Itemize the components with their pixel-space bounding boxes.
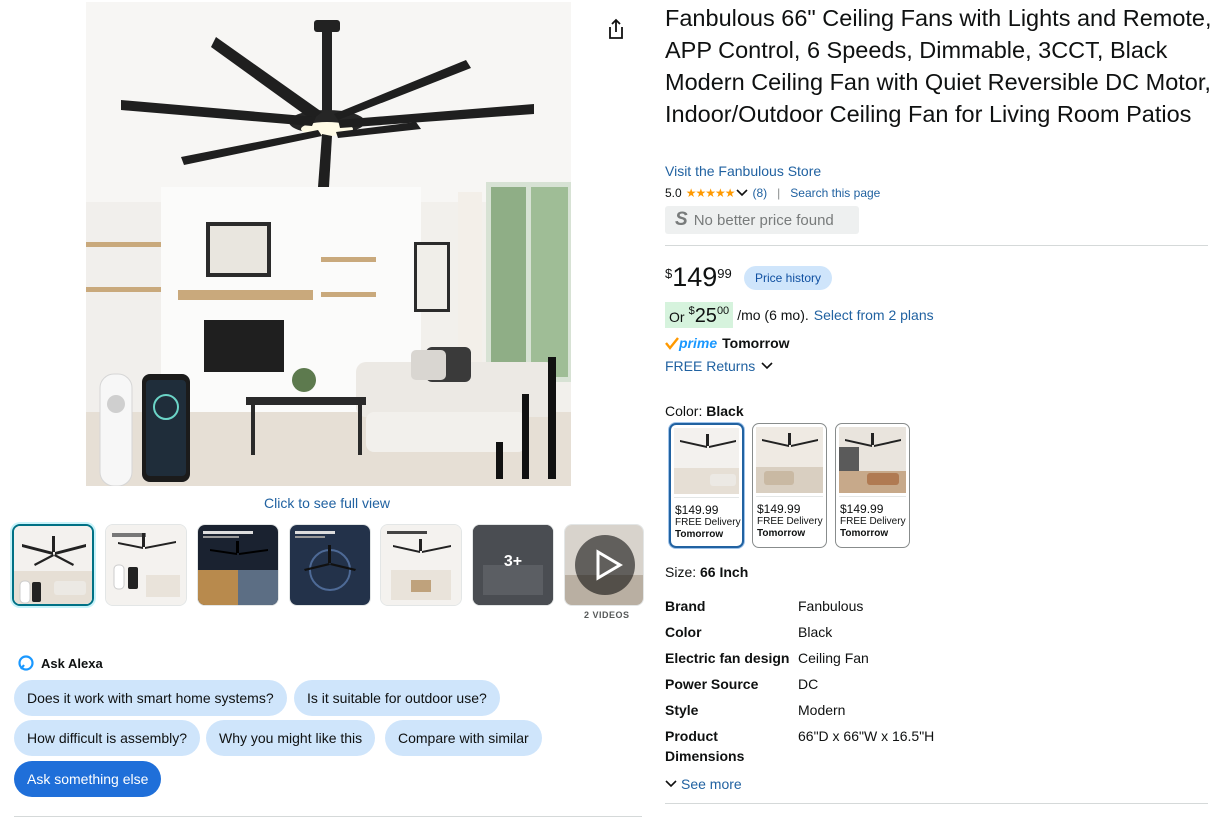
alexa-icon (18, 655, 34, 671)
alexa-chip-assembly[interactable]: How difficult is assembly? (14, 720, 201, 756)
star-rating-icon[interactable]: ★★★★★ (686, 186, 736, 200)
prime-logo: prime (679, 335, 718, 351)
spec-value: Modern (798, 702, 846, 718)
swatch-delivery-date: Tomorrow (840, 528, 889, 539)
price-whole: 149 (672, 262, 718, 292)
installment-highlight: Or $ 25 00 (665, 302, 734, 328)
rating-value: 5.0 (665, 186, 682, 200)
chevron-down-icon (665, 780, 677, 788)
free-returns-label: FREE Returns (665, 358, 756, 374)
size-label: Size: 66 Inch (665, 564, 748, 580)
spec-value: Fanbulous (798, 598, 864, 614)
swatch-image (756, 427, 823, 497)
chevron-down-icon[interactable] (736, 189, 749, 197)
price-tracker-badge: S No better price found (665, 206, 859, 234)
swatch-delivery: FREE Delivery (757, 516, 823, 527)
spec-value: 66"D x 66"W x 16.5"H (798, 728, 935, 744)
product-title: Fanbulous 66" Ceiling Fans with Lights a… (665, 5, 1212, 127)
alexa-chip-outdoor[interactable]: Is it suitable for outdoor use? (294, 680, 500, 716)
installment-fraction: 00 (716, 305, 730, 317)
spec-key: Product Dimensions (665, 728, 745, 764)
swatch-image (674, 428, 739, 498)
thumbnail-more[interactable]: 3+ (472, 524, 554, 606)
chevron-down-icon (761, 362, 773, 370)
color-swatch-3[interactable]: $149.99 FREE Delivery Tomorrow (835, 423, 910, 548)
price-symbol: $ (665, 266, 673, 281)
search-this-page-link[interactable]: Search this page (790, 186, 880, 200)
spec-value: DC (798, 676, 819, 692)
see-more-link[interactable]: See more (665, 776, 742, 792)
ask-alexa-title: Ask Alexa (41, 655, 103, 671)
full-view-link[interactable]: Click to see full view (264, 495, 390, 511)
swatch-delivery: FREE Delivery (675, 517, 741, 528)
color-swatch-2[interactable]: $149.99 FREE Delivery Tomorrow (752, 423, 827, 548)
share-button[interactable] (602, 14, 630, 44)
color-swatch-1[interactable]: $149.99 FREE Delivery Tomorrow (669, 423, 744, 548)
separator: | (777, 186, 781, 200)
spec-key: Power Source (665, 676, 759, 692)
divider (665, 803, 1208, 804)
spec-key: Electric fan design (665, 650, 790, 666)
alexa-chip-why-like[interactable]: Why you might like this (206, 720, 376, 756)
swatch-delivery: FREE Delivery (840, 516, 906, 527)
price-history-button[interactable]: Price history (744, 266, 833, 290)
installment-term: /mo (6 mo). (737, 307, 809, 323)
size-label-text: Size: (665, 564, 697, 580)
swatch-price: $149.99 (840, 502, 884, 516)
alexa-ask-something-else-button[interactable]: Ask something else (14, 761, 162, 797)
more-images-count: 3+ (503, 553, 523, 570)
see-more-label: See more (681, 776, 742, 792)
price: $ 149 99 (665, 262, 732, 292)
spec-key: Style (665, 702, 699, 718)
free-returns-link[interactable]: FREE Returns (665, 358, 773, 374)
thumbnail-3[interactable] (197, 524, 279, 606)
thumbnail-video[interactable] (564, 524, 644, 606)
color-selector-label: Color: Black (665, 403, 744, 419)
share-icon (609, 18, 623, 39)
divider (665, 245, 1208, 246)
thumbnail-5[interactable] (380, 524, 462, 606)
price-badge-text: No better price found (693, 211, 834, 229)
swatch-delivery-date: Tomorrow (675, 529, 724, 540)
prime-delivery-row: prime Tomorrow (665, 335, 790, 351)
installment-amount: 25 (694, 305, 717, 327)
alexa-chip-compare[interactable]: Compare with similar (385, 720, 542, 756)
swatch-delivery-date: Tomorrow (757, 528, 806, 539)
swatch-price: $149.99 (757, 502, 801, 516)
spec-key: Brand (665, 598, 706, 614)
rating-row: 5.0 ★★★★★ (8) | Search this page (665, 186, 880, 200)
divider (14, 816, 642, 817)
ask-alexa-header: Ask Alexa (18, 655, 103, 671)
installment-or: Or (669, 309, 685, 325)
color-label-text: Color: (665, 403, 703, 419)
spec-value: Black (798, 624, 833, 640)
thumbnail-2[interactable] (105, 524, 187, 606)
selected-color: Black (706, 403, 744, 419)
prime-check-icon (665, 337, 679, 350)
spec-value: Ceiling Fan (798, 650, 869, 666)
delivery-date: Tomorrow (722, 335, 790, 351)
swatch-image (839, 427, 906, 497)
tracker-logo-icon: S (675, 209, 688, 230)
selected-size: 66 Inch (700, 564, 749, 580)
alexa-chip-smart-home[interactable]: Does it work with smart home systems? (14, 680, 287, 716)
thumbnail-4[interactable] (289, 524, 371, 606)
play-icon (575, 535, 635, 595)
installment-offer: Or $ 25 00 /mo (6 mo). Select from 2 pla… (665, 302, 934, 328)
price-fraction: 99 (717, 266, 732, 281)
swatch-price: $149.99 (675, 503, 719, 517)
thumbnail-1[interactable] (12, 524, 94, 606)
rating-count-link[interactable]: (8) (752, 186, 767, 200)
videos-count-label: 2 VIDEOS (584, 610, 630, 620)
store-link[interactable]: Visit the Fanbulous Store (665, 163, 821, 179)
select-plans-link[interactable]: Select from 2 plans (814, 307, 934, 323)
spec-key: Color (665, 624, 702, 640)
main-product-image[interactable] (86, 2, 571, 486)
